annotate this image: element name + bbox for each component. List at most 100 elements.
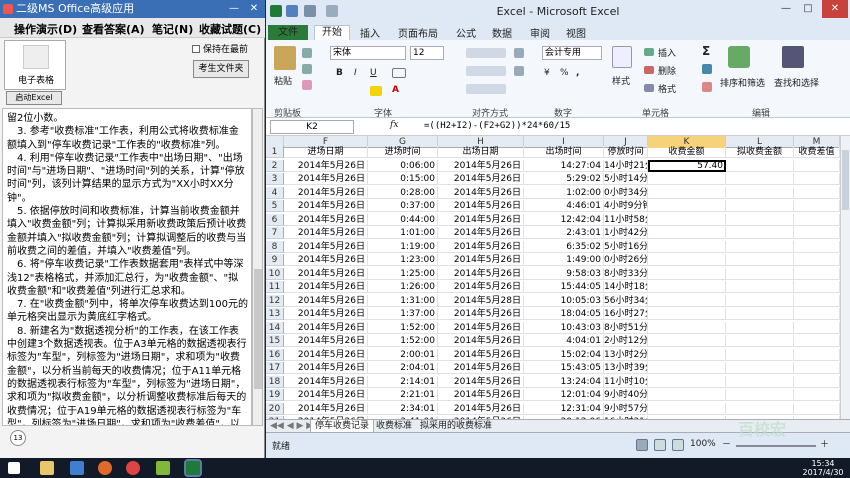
table-cell[interactable] [726, 213, 794, 226]
row-number[interactable]: 3 [266, 173, 284, 185]
excel-taskbar-icon[interactable] [184, 459, 202, 477]
table-cell[interactable]: 13小时2分钟 [604, 348, 648, 361]
table-cell[interactable] [726, 308, 794, 320]
exam-folder-button[interactable]: 考生文件夹 [193, 60, 249, 78]
minimize-icon[interactable]: — [776, 0, 796, 18]
minimize-icon[interactable]: — [224, 0, 244, 18]
zoom-out-icon[interactable]: － [722, 437, 731, 450]
table-cell[interactable]: 13:24:04 [524, 375, 604, 388]
table-cell[interactable]: 2014年5月26日 [284, 240, 368, 253]
table-cell[interactable] [648, 173, 726, 185]
table-cell[interactable] [648, 335, 726, 347]
table-cell[interactable]: 2014年5月26日 [284, 375, 368, 388]
row-number[interactable]: 20 [266, 402, 284, 415]
table-cell[interactable]: 2014年5月26日 [284, 200, 368, 212]
row-number[interactable]: 17 [266, 362, 284, 374]
media-player-icon[interactable] [98, 461, 112, 475]
app-icon[interactable] [156, 461, 170, 475]
row-number[interactable]: 2 [266, 159, 284, 172]
align-top-icon[interactable] [466, 48, 506, 58]
table-cell[interactable]: 2014年5月26日 [284, 254, 368, 266]
table-cell[interactable]: 10:05:03 [524, 294, 604, 307]
table-cell[interactable] [648, 281, 726, 293]
bold-icon[interactable]: B [336, 68, 343, 78]
wrap-text-icon[interactable] [514, 48, 524, 58]
table-cell[interactable]: 14小时18分钟 [604, 281, 648, 293]
table-cell[interactable]: 13小时39分钟 [604, 362, 648, 374]
table-cell[interactable]: 9:58:03 [524, 267, 604, 280]
table-cell[interactable] [794, 213, 840, 226]
table-cell[interactable] [726, 362, 794, 374]
table-cell[interactable] [794, 254, 840, 266]
table-cell[interactable] [794, 402, 840, 415]
table-cell[interactable]: 2014年5月26日 [284, 159, 368, 172]
table-cell[interactable]: 2014年5月26日 [438, 200, 524, 212]
table-cell[interactable] [794, 321, 840, 334]
sort-filter-icon[interactable] [728, 46, 750, 68]
find-select-icon[interactable] [782, 46, 804, 68]
table-cell[interactable] [726, 281, 794, 293]
table-cell[interactable]: 收费差值 [794, 146, 840, 158]
table-cell[interactable]: 2014年5月26日 [438, 335, 524, 347]
normal-view-icon[interactable] [636, 439, 648, 451]
table-cell[interactable]: 2014年5月26日 [284, 335, 368, 347]
table-cell[interactable] [726, 321, 794, 334]
menu-demo[interactable]: 操作演示(D) [14, 21, 77, 37]
table-cell[interactable]: 0:28:00 [368, 186, 438, 199]
table-cell[interactable]: 2014年5月26日 [284, 321, 368, 334]
table-cell[interactable]: 8小时33分钟 [604, 267, 648, 280]
tab-file[interactable]: 文件 [268, 25, 308, 41]
table-cell[interactable] [794, 240, 840, 253]
table-cell[interactable]: 2014年5月26日 [438, 348, 524, 361]
table-cell[interactable]: 1:52:00 [368, 321, 438, 334]
fill-icon[interactable] [702, 64, 712, 74]
table-cell[interactable]: 2014年5月26日 [438, 308, 524, 320]
table-cell[interactable] [794, 335, 840, 347]
table-cell[interactable]: 2014年5月26日 [438, 362, 524, 374]
table-cell[interactable]: 14:27:04 [524, 159, 604, 172]
table-cell[interactable]: 1:49:00 [524, 254, 604, 266]
table-cell[interactable]: 收费金额 [648, 146, 726, 158]
row-number[interactable]: 1 [266, 146, 284, 158]
insert-cells-button[interactable]: 插入 [658, 46, 676, 59]
table-cell[interactable]: 2014年5月26日 [284, 186, 368, 199]
delete-cells-button[interactable]: 删除 [658, 64, 676, 77]
table-cell[interactable]: 1:25:00 [368, 267, 438, 280]
table-cell[interactable]: 2:14:01 [368, 375, 438, 388]
scroll-thumb[interactable] [842, 150, 849, 210]
format-painter-icon[interactable] [302, 80, 312, 90]
close-icon[interactable]: ✕ [244, 0, 264, 18]
paste-icon[interactable] [274, 46, 296, 70]
table-cell[interactable] [648, 254, 726, 266]
table-cell[interactable]: 0小时34分钟 [604, 186, 648, 199]
table-cell[interactable]: 2014年5月26日 [284, 267, 368, 280]
table-cell[interactable]: 5小时14分钟 [604, 173, 648, 185]
table-cell[interactable] [726, 267, 794, 280]
menu-notes[interactable]: 笔记(N) [152, 21, 193, 37]
table-cell[interactable] [726, 227, 794, 239]
table-cell[interactable]: 2014年5月26日 [438, 267, 524, 280]
tab-data[interactable]: 数据 [492, 25, 512, 40]
table-cell[interactable]: 15:02:04 [524, 348, 604, 361]
page-layout-view-icon[interactable] [654, 439, 666, 451]
font-name-select[interactable]: 宋体 [330, 46, 406, 60]
table-cell[interactable]: 4:04:01 [524, 335, 604, 347]
table-cell[interactable]: 2014年5月26日 [438, 375, 524, 388]
table-cell[interactable]: 2小时12分钟 [604, 335, 648, 347]
table-cell[interactable]: 6:35:02 [524, 240, 604, 253]
table-cell[interactable]: 2014年5月26日 [284, 308, 368, 320]
sort-filter-button[interactable]: 排序和筛选 [720, 76, 765, 89]
table-cell[interactable]: 2014年5月26日 [438, 173, 524, 185]
table-cell[interactable]: 10:43:03 [524, 321, 604, 334]
table-cell[interactable]: 1:19:00 [368, 240, 438, 253]
table-cell[interactable]: 5小时16分钟 [604, 240, 648, 253]
table-cell[interactable]: 5:29:02 [524, 173, 604, 185]
question-number-badge[interactable]: 13 [10, 430, 26, 446]
table-cell[interactable] [648, 213, 726, 226]
number-format-select[interactable]: 会计专用 [542, 46, 602, 60]
table-cell[interactable]: 2014年5月26日 [438, 213, 524, 226]
table-cell[interactable]: 1:01:00 [368, 227, 438, 239]
row-number[interactable]: 19 [266, 389, 284, 401]
table-cell[interactable]: 0:37:00 [368, 200, 438, 212]
table-cell[interactable]: 2014年5月26日 [438, 321, 524, 334]
